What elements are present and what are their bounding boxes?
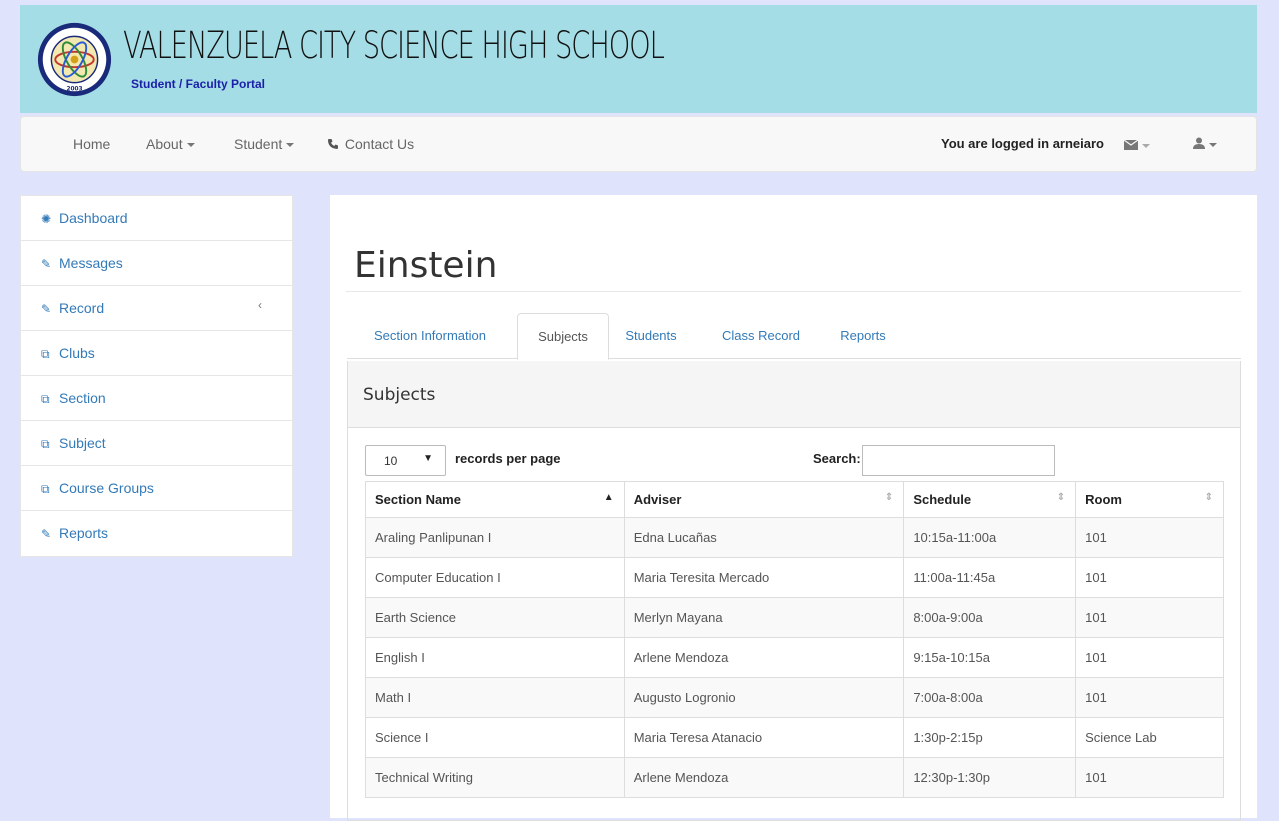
cell-section-name: Technical Writing — [365, 757, 625, 798]
messages-dropdown[interactable] — [1123, 137, 1150, 153]
sidebar-item-subject[interactable]: ⧉ Subject — [21, 421, 292, 466]
cell-adviser: Merlyn Mayana — [623, 597, 905, 638]
chevron-left-icon: ‹ — [258, 298, 262, 312]
subjects-panel: Subjects 10 ▼ records per page Search: S… — [347, 361, 1241, 821]
column-header-adviser[interactable]: Adviser ⇕ — [623, 481, 905, 518]
sort-icon: ⇕ — [1204, 492, 1213, 503]
sidebar-item-record[interactable]: ✎ Record ‹ — [21, 286, 292, 331]
sidebar: ✺ Dashboard ✎ Messages ✎ Record ‹ ⧉ Clubs ⧉ S… — [20, 195, 293, 557]
cell-section-name: Earth Science — [365, 597, 625, 638]
cell-schedule: 1:30p-2:15p — [903, 717, 1077, 758]
cell-adviser: Arlene Mendoza — [623, 637, 905, 678]
portal-subtitle: Student / Faculty Portal — [131, 77, 266, 91]
table-header-row: Section Name ▲ Adviser ⇕ Schedule ⇕ Room ⇕ — [365, 481, 1224, 518]
page-length-select[interactable]: 10 ▼ — [365, 445, 446, 476]
cell-section-name: Computer Education I — [365, 557, 625, 598]
cell-adviser: Augusto Logronio — [623, 677, 905, 718]
cell-section-name: Araling Panlipunan I — [365, 517, 625, 558]
top-navbar: Home About Student Contact Us You are lo… — [20, 116, 1257, 172]
sort-icon: ⇕ — [1056, 492, 1066, 503]
cell-adviser: Edna Lucañas — [623, 517, 905, 558]
dropdown-arrow-icon: ▼ — [423, 453, 433, 464]
user-icon — [1193, 137, 1205, 149]
nav-contact[interactable]: Contact Us — [327, 136, 414, 152]
page-title: Einstein — [354, 245, 498, 286]
sort-ascending-icon: ▲ — [603, 492, 614, 503]
logo-year: 2003 — [66, 86, 82, 92]
column-header-room[interactable]: Room ⇕ — [1075, 481, 1224, 518]
table-row[interactable]: English I Arlene Mendoza 9:15a-10:15a 10… — [365, 637, 1224, 678]
cell-section-name: Science I — [365, 717, 625, 758]
table-row[interactable]: Math I Augusto Logronio 7:00a-8:00a 101 — [365, 677, 1224, 718]
cell-adviser: Arlene Mendoza — [623, 757, 905, 798]
tab-class-record[interactable]: Class Record — [711, 313, 811, 359]
phone-icon — [328, 139, 338, 149]
cell-schedule: 7:00a-8:00a — [903, 677, 1077, 718]
table-row[interactable]: Technical Writing Arlene Mendoza 12:30p-… — [365, 757, 1224, 798]
cell-room: 101 — [1075, 677, 1224, 718]
table-row[interactable]: Earth Science Merlyn Mayana 8:00a-9:00a … — [365, 597, 1224, 638]
cell-schedule: 8:00a-9:00a — [903, 597, 1077, 638]
cell-room: 101 — [1075, 557, 1224, 598]
table-row[interactable]: Araling Panlipunan I Edna Lucañas 10:15a… — [365, 517, 1224, 558]
sidebar-item-course-groups[interactable]: ⧉ Course Groups — [21, 466, 292, 511]
sidebar-item-clubs[interactable]: ⧉ Clubs — [21, 331, 292, 376]
sidebar-item-reports[interactable]: ✎ Reports — [21, 511, 292, 556]
copy-icon: ⧉ — [41, 347, 50, 361]
sidebar-item-section[interactable]: ⧉ Section — [21, 376, 292, 421]
cell-section-name: English I — [365, 637, 625, 678]
tab-bar: Section Information Subjects Students Cl… — [347, 313, 1241, 360]
envelope-icon — [1123, 139, 1139, 150]
copy-icon: ⧉ — [41, 437, 50, 451]
nav-home[interactable]: Home — [73, 136, 110, 152]
logged-in-status: You are logged in arneiaro — [940, 136, 1104, 151]
search-input[interactable] — [862, 445, 1055, 476]
cell-schedule: 11:00a-11:45a — [903, 557, 1077, 598]
dashboard-icon: ✺ — [41, 212, 52, 226]
records-per-page-label: records per page — [455, 451, 561, 466]
copy-icon: ⧉ — [41, 392, 50, 406]
nav-about-dropdown[interactable]: About — [146, 136, 195, 152]
header-banner: 2003 VALENZUELA CITY SCIENCE HIGH SCHOOL… — [20, 5, 1257, 113]
nav-student-dropdown[interactable]: Student — [234, 136, 295, 152]
title-divider — [346, 291, 1241, 292]
cell-room: 101 — [1075, 637, 1224, 678]
caret-down-icon — [1142, 144, 1150, 149]
sort-icon: ⇕ — [884, 492, 894, 503]
column-header-section-name[interactable]: Section Name ▲ — [365, 481, 625, 518]
edit-icon: ✎ — [41, 302, 52, 316]
tab-reports[interactable]: Reports — [827, 313, 899, 359]
school-name: VALENZUELA CITY SCIENCE HIGH SCHOOL — [123, 24, 665, 67]
caret-down-icon — [1209, 143, 1217, 148]
table-row[interactable]: Computer Education I Maria Teresita Merc… — [365, 557, 1224, 598]
table-row[interactable]: Science I Maria Teresa Atanacio 1:30p-2:… — [365, 717, 1224, 758]
panel-title: Subjects — [348, 361, 1240, 428]
cell-schedule: 12:30p-1:30p — [903, 757, 1077, 798]
cell-adviser: Maria Teresita Mercado — [623, 557, 905, 598]
column-header-schedule[interactable]: Schedule ⇕ — [903, 481, 1077, 518]
caret-down-icon — [186, 143, 195, 148]
cell-schedule: 9:15a-10:15a — [903, 637, 1077, 678]
edit-icon: ✎ — [41, 527, 52, 541]
cell-schedule: 10:15a-11:00a — [903, 517, 1077, 558]
sidebar-item-messages[interactable]: ✎ Messages — [21, 241, 292, 286]
cell-room: 101 — [1075, 517, 1224, 558]
school-logo[interactable]: 2003 — [36, 21, 113, 98]
cell-room: Science Lab — [1075, 717, 1224, 758]
edit-icon: ✎ — [41, 257, 52, 271]
search-label: Search: — [813, 451, 861, 466]
user-dropdown[interactable] — [1193, 136, 1217, 152]
cell-room: 101 — [1075, 597, 1224, 638]
tab-students[interactable]: Students — [613, 313, 689, 359]
cell-room: 101 — [1075, 757, 1224, 798]
cell-section-name: Math I — [365, 677, 625, 718]
sidebar-item-dashboard[interactable]: ✺ Dashboard — [21, 196, 292, 241]
tab-section-information[interactable]: Section Information — [347, 313, 513, 359]
copy-icon: ⧉ — [41, 482, 50, 496]
caret-down-icon — [286, 143, 295, 148]
tab-subjects[interactable]: Subjects — [517, 313, 609, 360]
cell-adviser: Maria Teresa Atanacio — [623, 717, 905, 758]
main-content: Einstein Section Information Subjects St… — [330, 195, 1257, 821]
subjects-table: Section Name ▲ Adviser ⇕ Schedule ⇕ Room ⇕ A… — [365, 481, 1224, 798]
